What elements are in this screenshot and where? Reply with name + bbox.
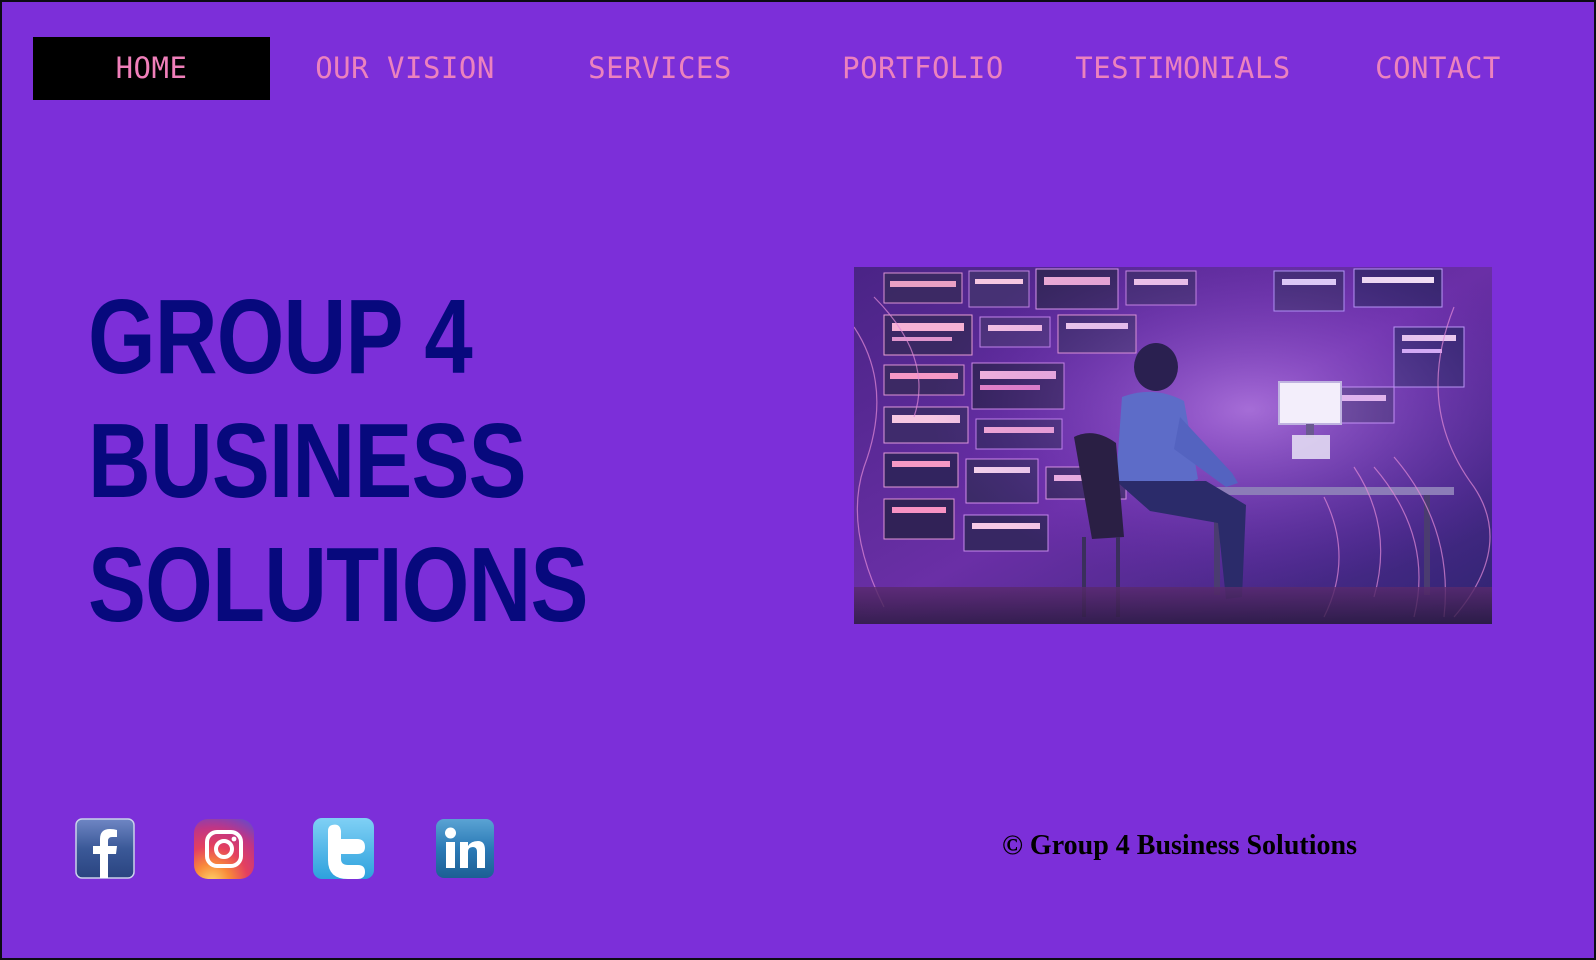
- instagram-link[interactable]: [193, 818, 255, 880]
- twitter-link[interactable]: [312, 817, 375, 880]
- facebook-icon: [75, 818, 135, 879]
- nav-item-our-vision[interactable]: OUR VISION: [285, 37, 525, 100]
- nav-item-home[interactable]: HOME: [33, 37, 270, 100]
- copyright-text: © Group 4 Business Solutions: [1002, 830, 1357, 861]
- nav-item-portfolio[interactable]: PORTFOLIO: [813, 37, 1033, 100]
- nav-item-services[interactable]: SERVICES: [560, 37, 760, 100]
- linkedin-link[interactable]: [435, 818, 495, 879]
- server-room-photo: [854, 267, 1492, 624]
- facebook-link[interactable]: [75, 818, 135, 879]
- main-nav: HOME OUR VISION SERVICES PORTFOLIO TESTI…: [33, 37, 1523, 100]
- hero-title-line-3: SOLUTIONS: [88, 526, 588, 644]
- twitter-icon: [313, 818, 374, 879]
- nav-item-testimonials[interactable]: TESTIMONIALS: [1053, 37, 1313, 100]
- hero-image: [854, 267, 1492, 624]
- page: HOME OUR VISION SERVICES PORTFOLIO TESTI…: [0, 0, 1596, 960]
- linkedin-icon: [436, 819, 494, 878]
- social-links: [2, 818, 602, 882]
- instagram-icon: [194, 819, 254, 879]
- hero-title-line-1: GROUP 4: [88, 278, 473, 396]
- nav-item-contact[interactable]: CONTACT: [1353, 37, 1523, 100]
- hero-title-line-2: BUSINESS: [88, 402, 527, 520]
- hero-title: GROUP 4 BUSINESS SOLUTIONS: [88, 275, 588, 647]
